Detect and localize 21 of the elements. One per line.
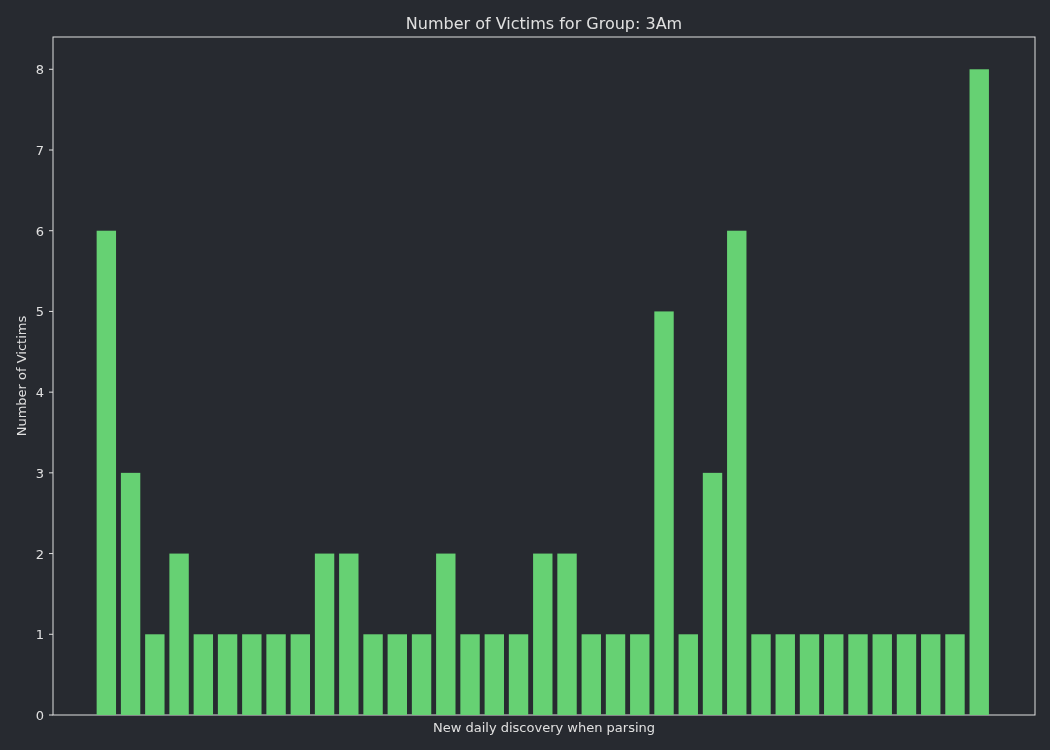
y-tick-label: 6 (35, 223, 44, 239)
x-axis-label: New daily discovery when parsing (433, 720, 655, 735)
y-axis-label: Number of Victims (14, 315, 29, 437)
y-tick-label: 1 (35, 627, 44, 643)
y-tick-label: 0 (35, 708, 44, 723)
chart-title: Number of Victims for Group: 3Am (405, 14, 683, 33)
y-tick-label: 8 (35, 62, 44, 78)
y-tick (48, 553, 54, 555)
y-tick-label: 4 (35, 385, 44, 401)
y-tick-label: 5 (35, 304, 44, 320)
y-tick (48, 310, 54, 312)
y-tick (48, 391, 54, 393)
y-tick (48, 149, 54, 151)
y-tick-label: 3 (35, 465, 44, 481)
y-tick (48, 68, 54, 70)
y-tick-label: 2 (35, 546, 44, 562)
y-tick (48, 472, 54, 474)
y-tick (48, 230, 54, 232)
y-tick (48, 714, 54, 716)
y-tick (48, 633, 54, 635)
y-tick-label: 7 (35, 143, 44, 158)
